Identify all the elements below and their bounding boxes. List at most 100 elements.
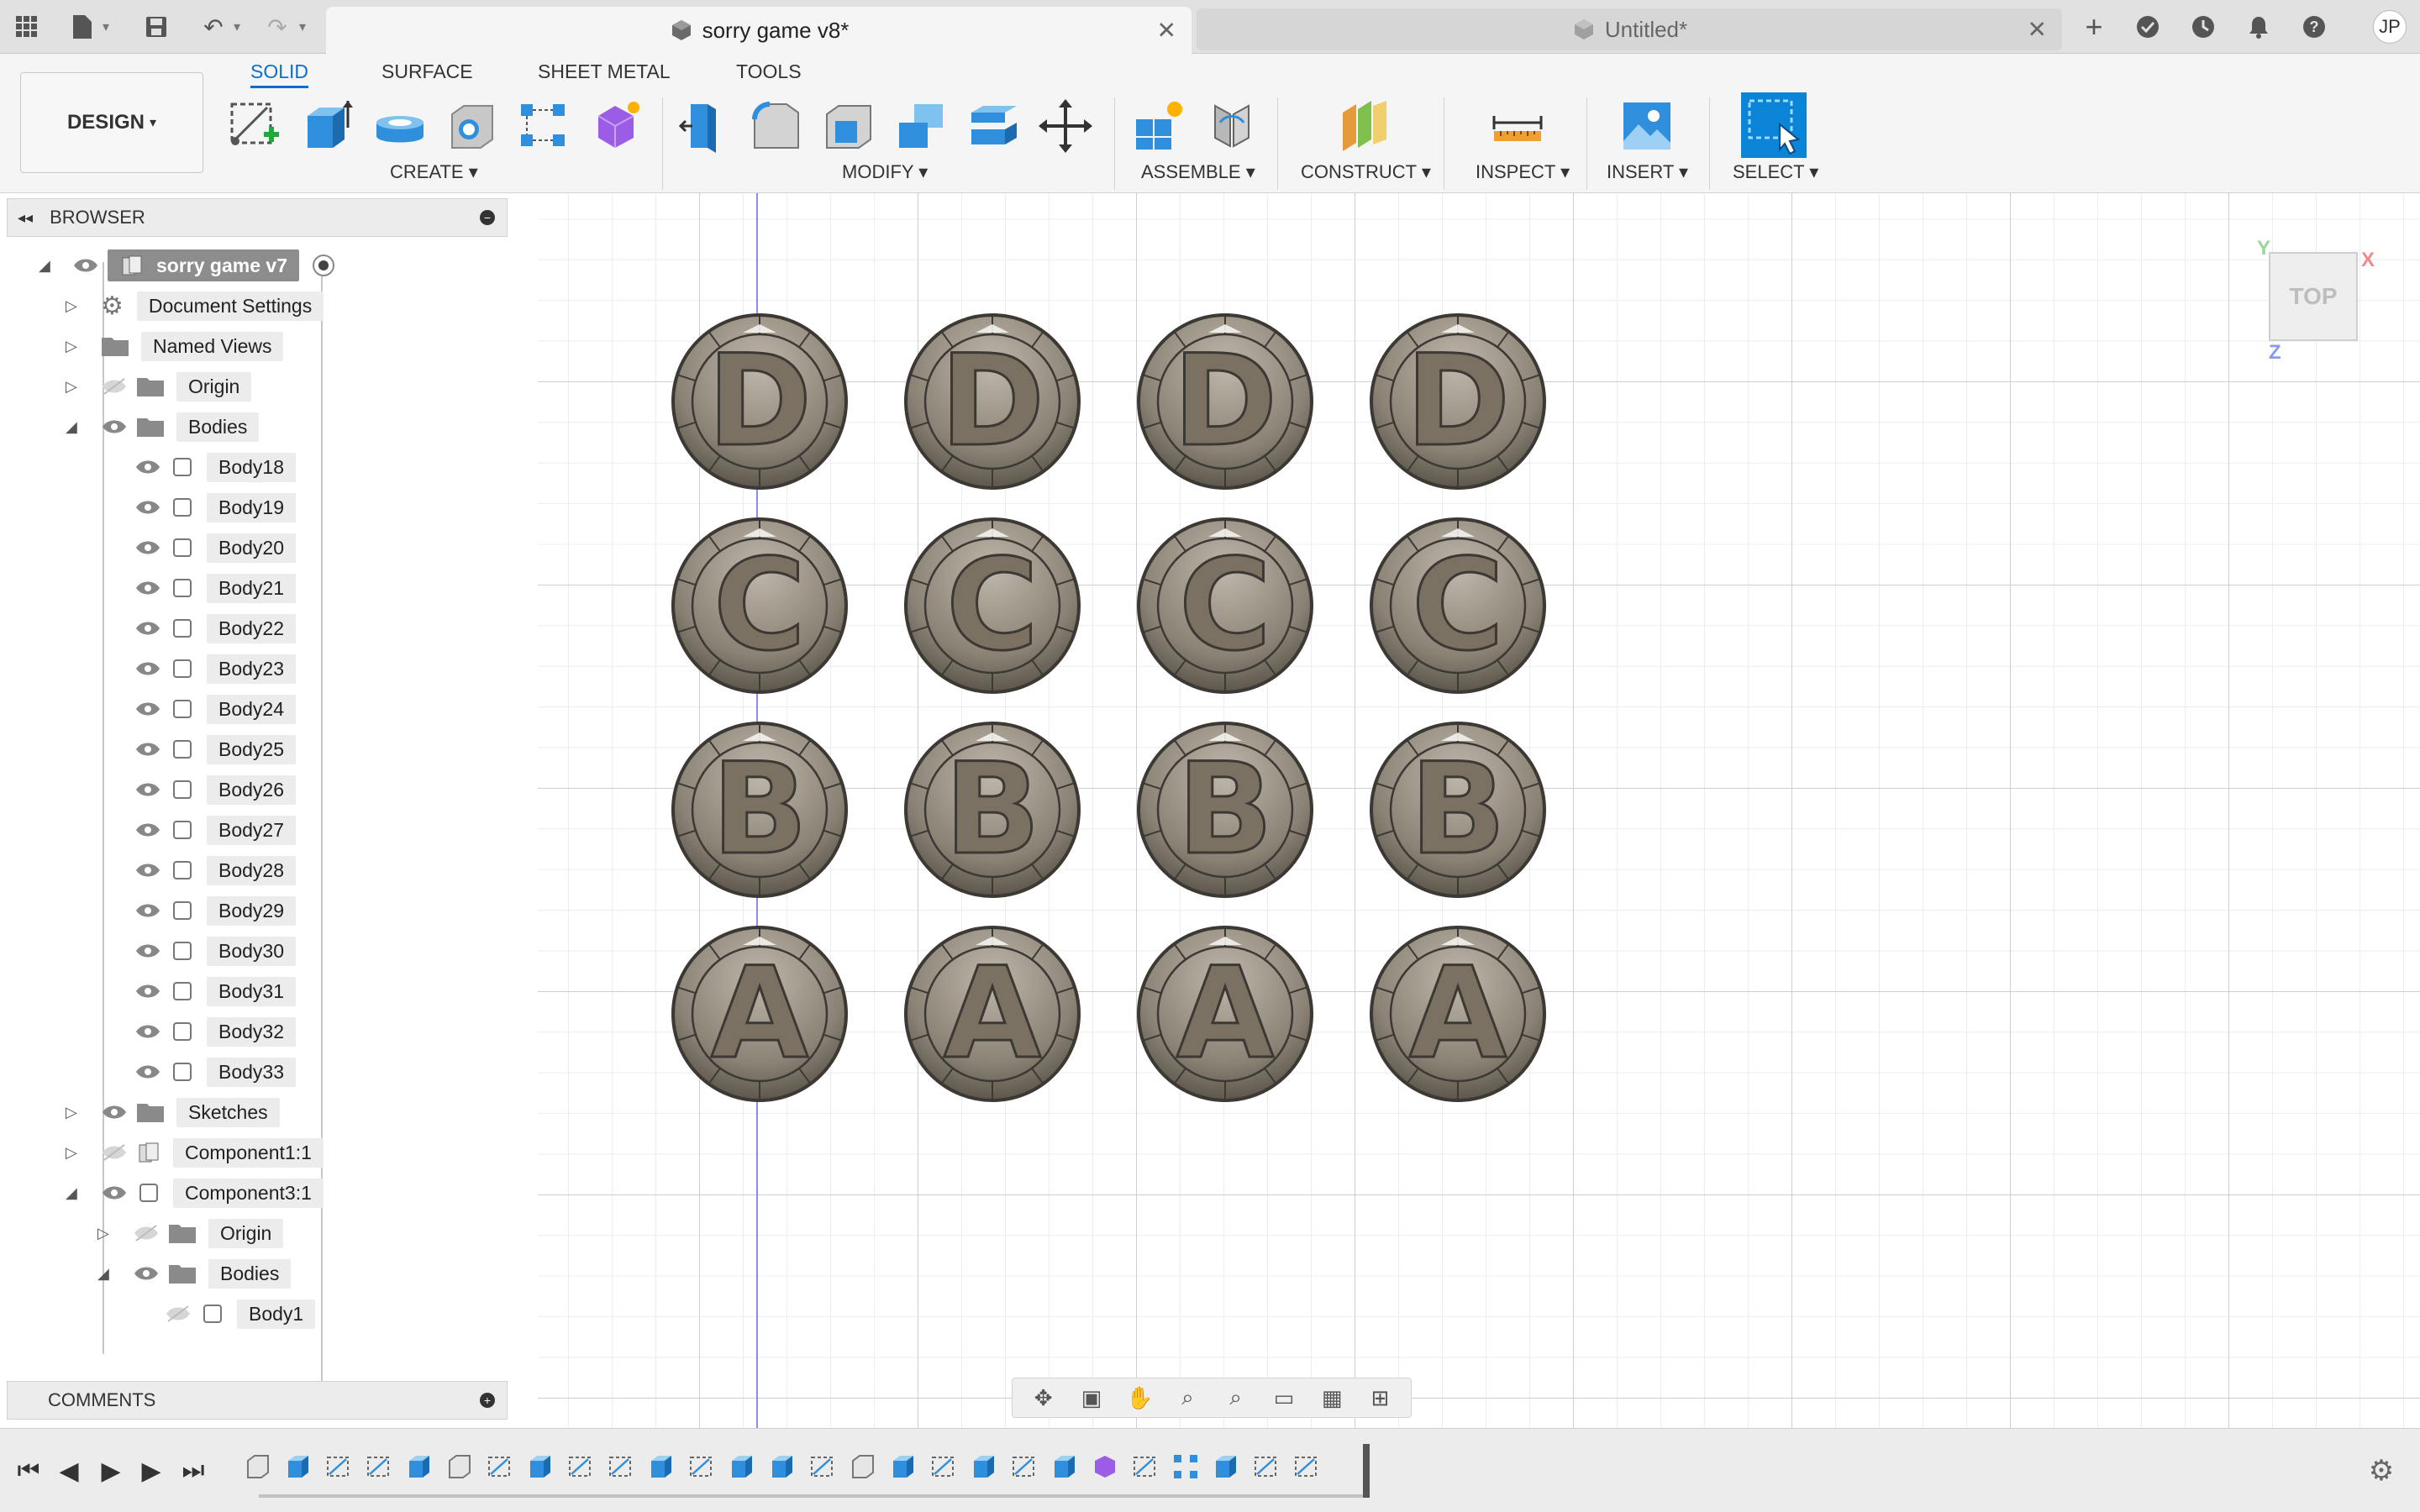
file-icon[interactable] [67,12,97,42]
joint-icon[interactable] [1203,97,1260,155]
game-token[interactable]: B [1369,721,1547,899]
visibility-eye-icon[interactable] [134,1022,161,1041]
tree-body-item[interactable]: Body23 [134,652,297,685]
tree-body-item[interactable]: Body26 [134,773,297,806]
expand-triangle-icon[interactable]: ▷ [66,297,77,315]
orbit-icon[interactable]: ✥ [1029,1383,1058,1412]
expand-triangle-icon[interactable]: ▷ [97,1225,109,1242]
extrude-icon[interactable] [299,97,356,155]
expand-triangle-icon[interactable]: ◢ [39,257,50,275]
game-token[interactable]: C [903,517,1081,695]
tree-sketches[interactable]: ▷ Sketches [66,1095,280,1129]
create-sketch-icon[interactable] [227,97,284,155]
timeline-extrude-icon[interactable] [526,1452,555,1481]
game-token[interactable]: D [671,312,849,491]
visibility-eye-icon[interactable] [134,982,161,1000]
timeline-extrude-icon[interactable] [728,1452,756,1481]
game-token[interactable]: B [903,721,1081,899]
undo-chevron-icon[interactable]: ▾ [234,18,240,35]
workspace-switcher-button[interactable]: DESIGN ▾ [20,72,203,173]
timeline-body-icon[interactable] [849,1452,877,1481]
tree-origin[interactable]: ▷ Origin [66,370,252,403]
hidden-eye-icon[interactable] [101,1143,128,1162]
undo-icon[interactable]: ↶ [198,12,229,42]
game-token[interactable]: A [903,925,1081,1103]
timeline-body-icon[interactable] [445,1452,474,1481]
visibility-eye-icon[interactable] [134,700,161,718]
help-icon[interactable]: ? [2299,12,2329,42]
timeline-start-icon[interactable]: ⏮ [12,1454,45,1488]
timeline-play-icon[interactable]: ▶ [94,1454,128,1488]
select-menu[interactable]: SELECT ▾ [1733,161,1818,183]
zoom-icon[interactable]: ⌕ [1173,1383,1202,1412]
viewcube[interactable]: TOP [2269,252,2358,341]
insert-image-icon[interactable] [1618,97,1676,155]
visibility-eye-icon[interactable] [134,659,161,678]
expand-triangle-icon[interactable]: ▷ [66,378,77,396]
modify-menu[interactable]: MODIFY ▾ [842,161,928,183]
expand-triangle-icon[interactable]: ▷ [66,1144,77,1162]
timeline-extrude-icon[interactable] [970,1452,998,1481]
collapse-triangle-icon[interactable]: ◢ [66,418,77,436]
tree-bodies[interactable]: ◢ Bodies [66,410,260,444]
timeline-sketch-icon[interactable] [1131,1452,1160,1481]
game-token[interactable]: B [1136,721,1314,899]
timeline-extrude-icon[interactable] [1050,1452,1079,1481]
form-icon[interactable] [588,97,645,155]
activate-radio-icon[interactable] [311,253,336,278]
tree-body-item[interactable]: Body22 [134,612,297,645]
look-at-icon[interactable]: ▣ [1077,1383,1106,1412]
comments-add-icon[interactable]: + [480,1393,495,1408]
expand-triangle-icon[interactable]: ▷ [66,1104,77,1121]
comments-panel-header[interactable]: COMMENTS + [7,1381,508,1420]
document-tab-inactive[interactable]: Untitled* ✕ [1197,8,2062,50]
notifications-bell-icon[interactable] [2244,12,2274,42]
game-token[interactable]: C [1136,517,1314,695]
timeline-extrude-icon[interactable] [1212,1452,1240,1481]
tree-body-item[interactable]: Body24 [134,692,297,726]
timeline-pattern-icon[interactable] [1171,1452,1200,1481]
timeline-sketch-icon[interactable] [1292,1452,1321,1481]
pattern-icon[interactable] [516,97,573,155]
combine-icon[interactable] [892,97,950,155]
game-token[interactable]: C [671,517,849,695]
tree-named-views[interactable]: ▷ Named Views [66,329,284,363]
timeline-extrude-icon[interactable] [768,1452,797,1481]
press-pull-icon[interactable] [676,97,733,155]
visibility-eye-icon[interactable] [134,498,161,517]
timeline-sketch-icon[interactable] [324,1452,353,1481]
tree-body-item[interactable]: Body29 [134,894,297,927]
tree-body-item[interactable]: Body19 [134,491,297,524]
close-tab-icon[interactable]: ✕ [1157,17,1176,45]
timeline-sketch-icon[interactable] [566,1452,595,1481]
fillet-icon[interactable] [748,97,805,155]
timeline-end-icon[interactable]: ⏭ [176,1454,210,1488]
collapse-panel-icon[interactable]: ◂◂ [18,209,33,227]
timeline-sketch-icon[interactable] [808,1452,837,1481]
visibility-eye-icon[interactable] [101,417,128,436]
hidden-eye-icon[interactable] [133,1224,160,1242]
tree-document-settings[interactable]: ▷ ⚙ Document Settings [66,289,324,323]
timeline-marker[interactable] [1363,1444,1370,1498]
offset-plane-icon[interactable] [1334,97,1392,155]
browser-collapse-icon[interactable]: − [480,210,495,225]
timeline-sketch-icon[interactable] [687,1452,716,1481]
tab-tools[interactable]: TOOLS [736,60,802,83]
viewports-icon[interactable]: ⊞ [1365,1383,1394,1412]
game-token[interactable]: A [1136,925,1314,1103]
visibility-eye-icon[interactable] [134,942,161,960]
root-label-chip[interactable]: sorry game v7 [108,249,299,281]
timeline-extrude-icon[interactable] [647,1452,676,1481]
collapse-triangle-icon[interactable]: ◢ [66,1184,77,1202]
timeline-sketch-icon[interactable] [929,1452,958,1481]
tab-solid[interactable]: SOLID [250,60,309,88]
split-body-icon[interactable] [965,97,1022,155]
shell-icon[interactable] [820,97,877,155]
tree-comp3-bodies[interactable]: ◢ Bodies [97,1257,292,1290]
tree-comp3-origin[interactable]: ▷ Origin [97,1216,284,1250]
new-tab-plus-icon[interactable]: + [2079,9,2109,44]
file-menu-chevron-icon[interactable]: ▾ [103,18,109,35]
tab-surface[interactable]: SURFACE [381,60,473,83]
hidden-eye-icon[interactable] [165,1305,192,1323]
display-settings-icon[interactable]: ▭ [1270,1383,1298,1412]
